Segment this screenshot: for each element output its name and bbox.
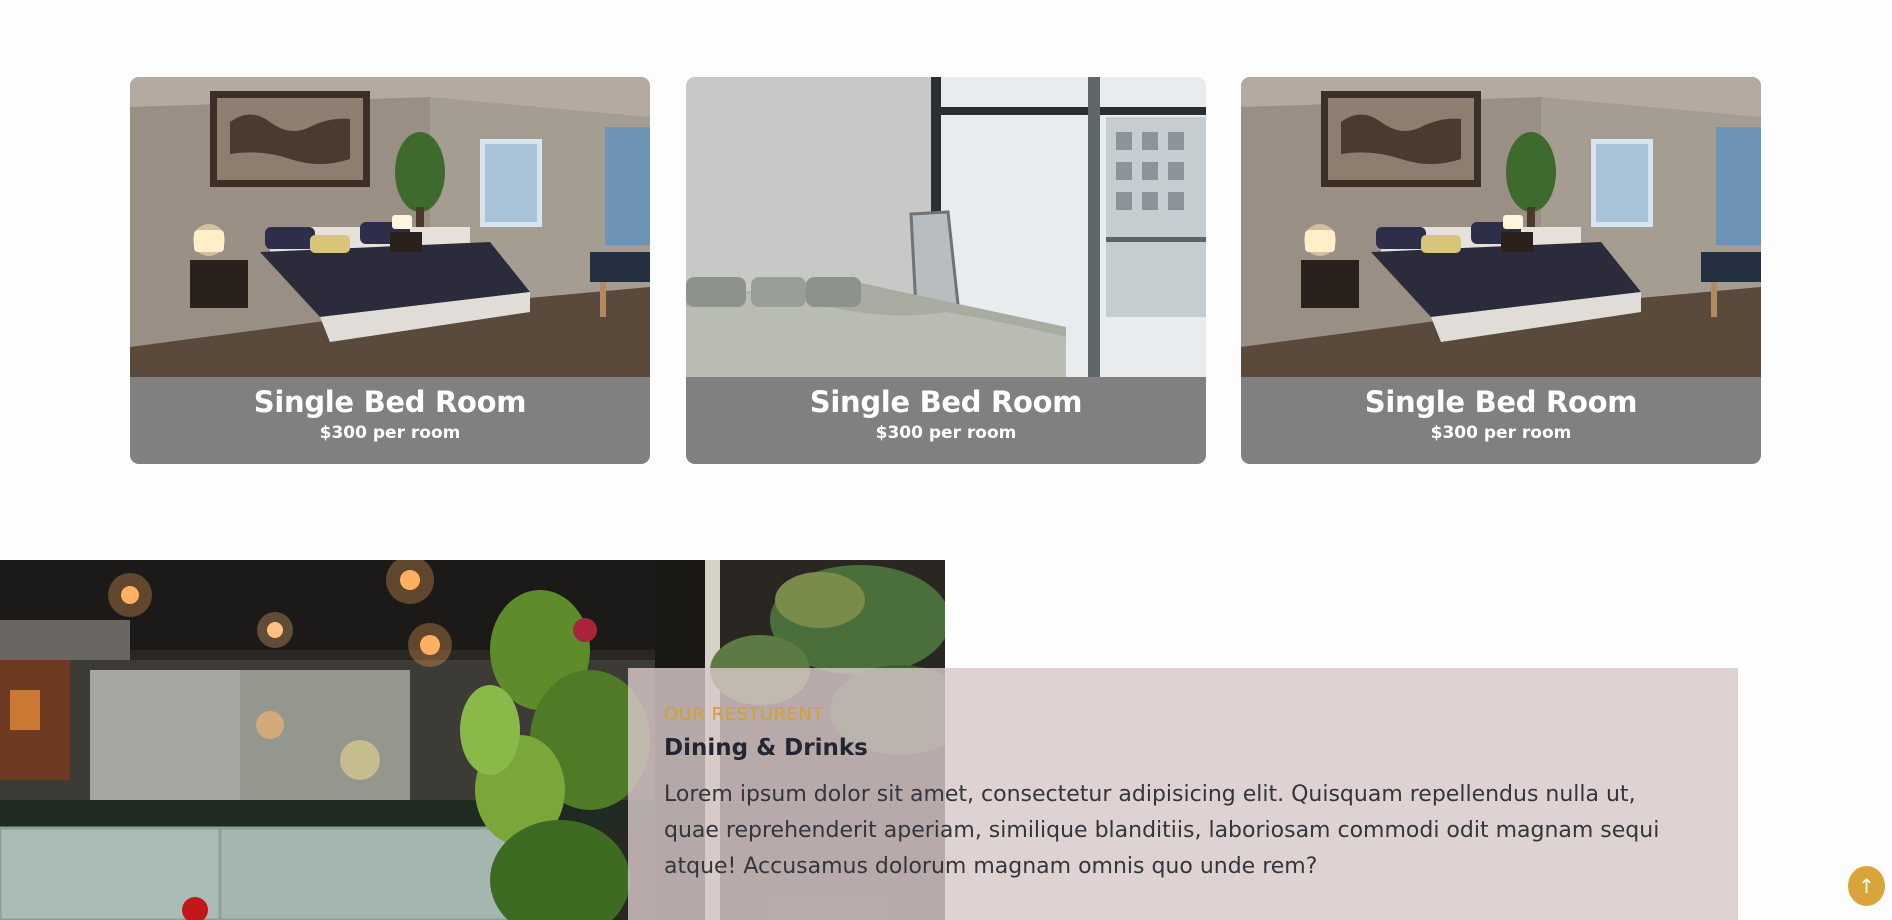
arrow-up-icon: ↑ xyxy=(1858,874,1875,898)
room-photo-bedroom xyxy=(1241,77,1761,377)
room-caption: Single Bed Room $300 per room xyxy=(130,377,650,464)
room-card[interactable]: Single Bed Room $300 per room xyxy=(1241,77,1761,464)
room-card[interactable]: Single Bed Room $300 per room xyxy=(130,77,650,464)
room-caption: Single Bed Room $300 per room xyxy=(1241,377,1761,464)
back-to-top-button[interactable]: ↑ xyxy=(1848,866,1885,906)
room-title[interactable]: Single Bed Room xyxy=(686,385,1206,419)
room-card[interactable]: Single Bed Room $300 per room xyxy=(686,77,1206,464)
room-price: $300 per room xyxy=(875,423,1017,443)
section-kicker: OUR RESTURENT xyxy=(664,704,824,725)
room-title[interactable]: Single Bed Room xyxy=(130,385,650,419)
room-photo-bedroom xyxy=(130,77,650,377)
room-title[interactable]: Single Bed Room xyxy=(1241,385,1761,419)
room-caption: Single Bed Room $300 per room xyxy=(686,377,1206,464)
room-photo-window xyxy=(686,77,1206,377)
room-price: $300 per room xyxy=(319,423,461,443)
bedroom-window-image xyxy=(686,77,1206,377)
restaurant-info-panel: OUR RESTURENT Dining & Drinks Lorem ipsu… xyxy=(628,668,1738,920)
bedroom-image xyxy=(1241,77,1761,377)
section-heading: Dining & Drinks xyxy=(664,735,868,761)
bedroom-image xyxy=(130,77,650,377)
section-description: Lorem ipsum dolor sit amet, consectetur … xyxy=(664,782,1660,879)
rooms-section: Single Bed Room $300 per room Single Bed… xyxy=(130,77,1762,464)
room-price: $300 per room xyxy=(1430,423,1572,443)
